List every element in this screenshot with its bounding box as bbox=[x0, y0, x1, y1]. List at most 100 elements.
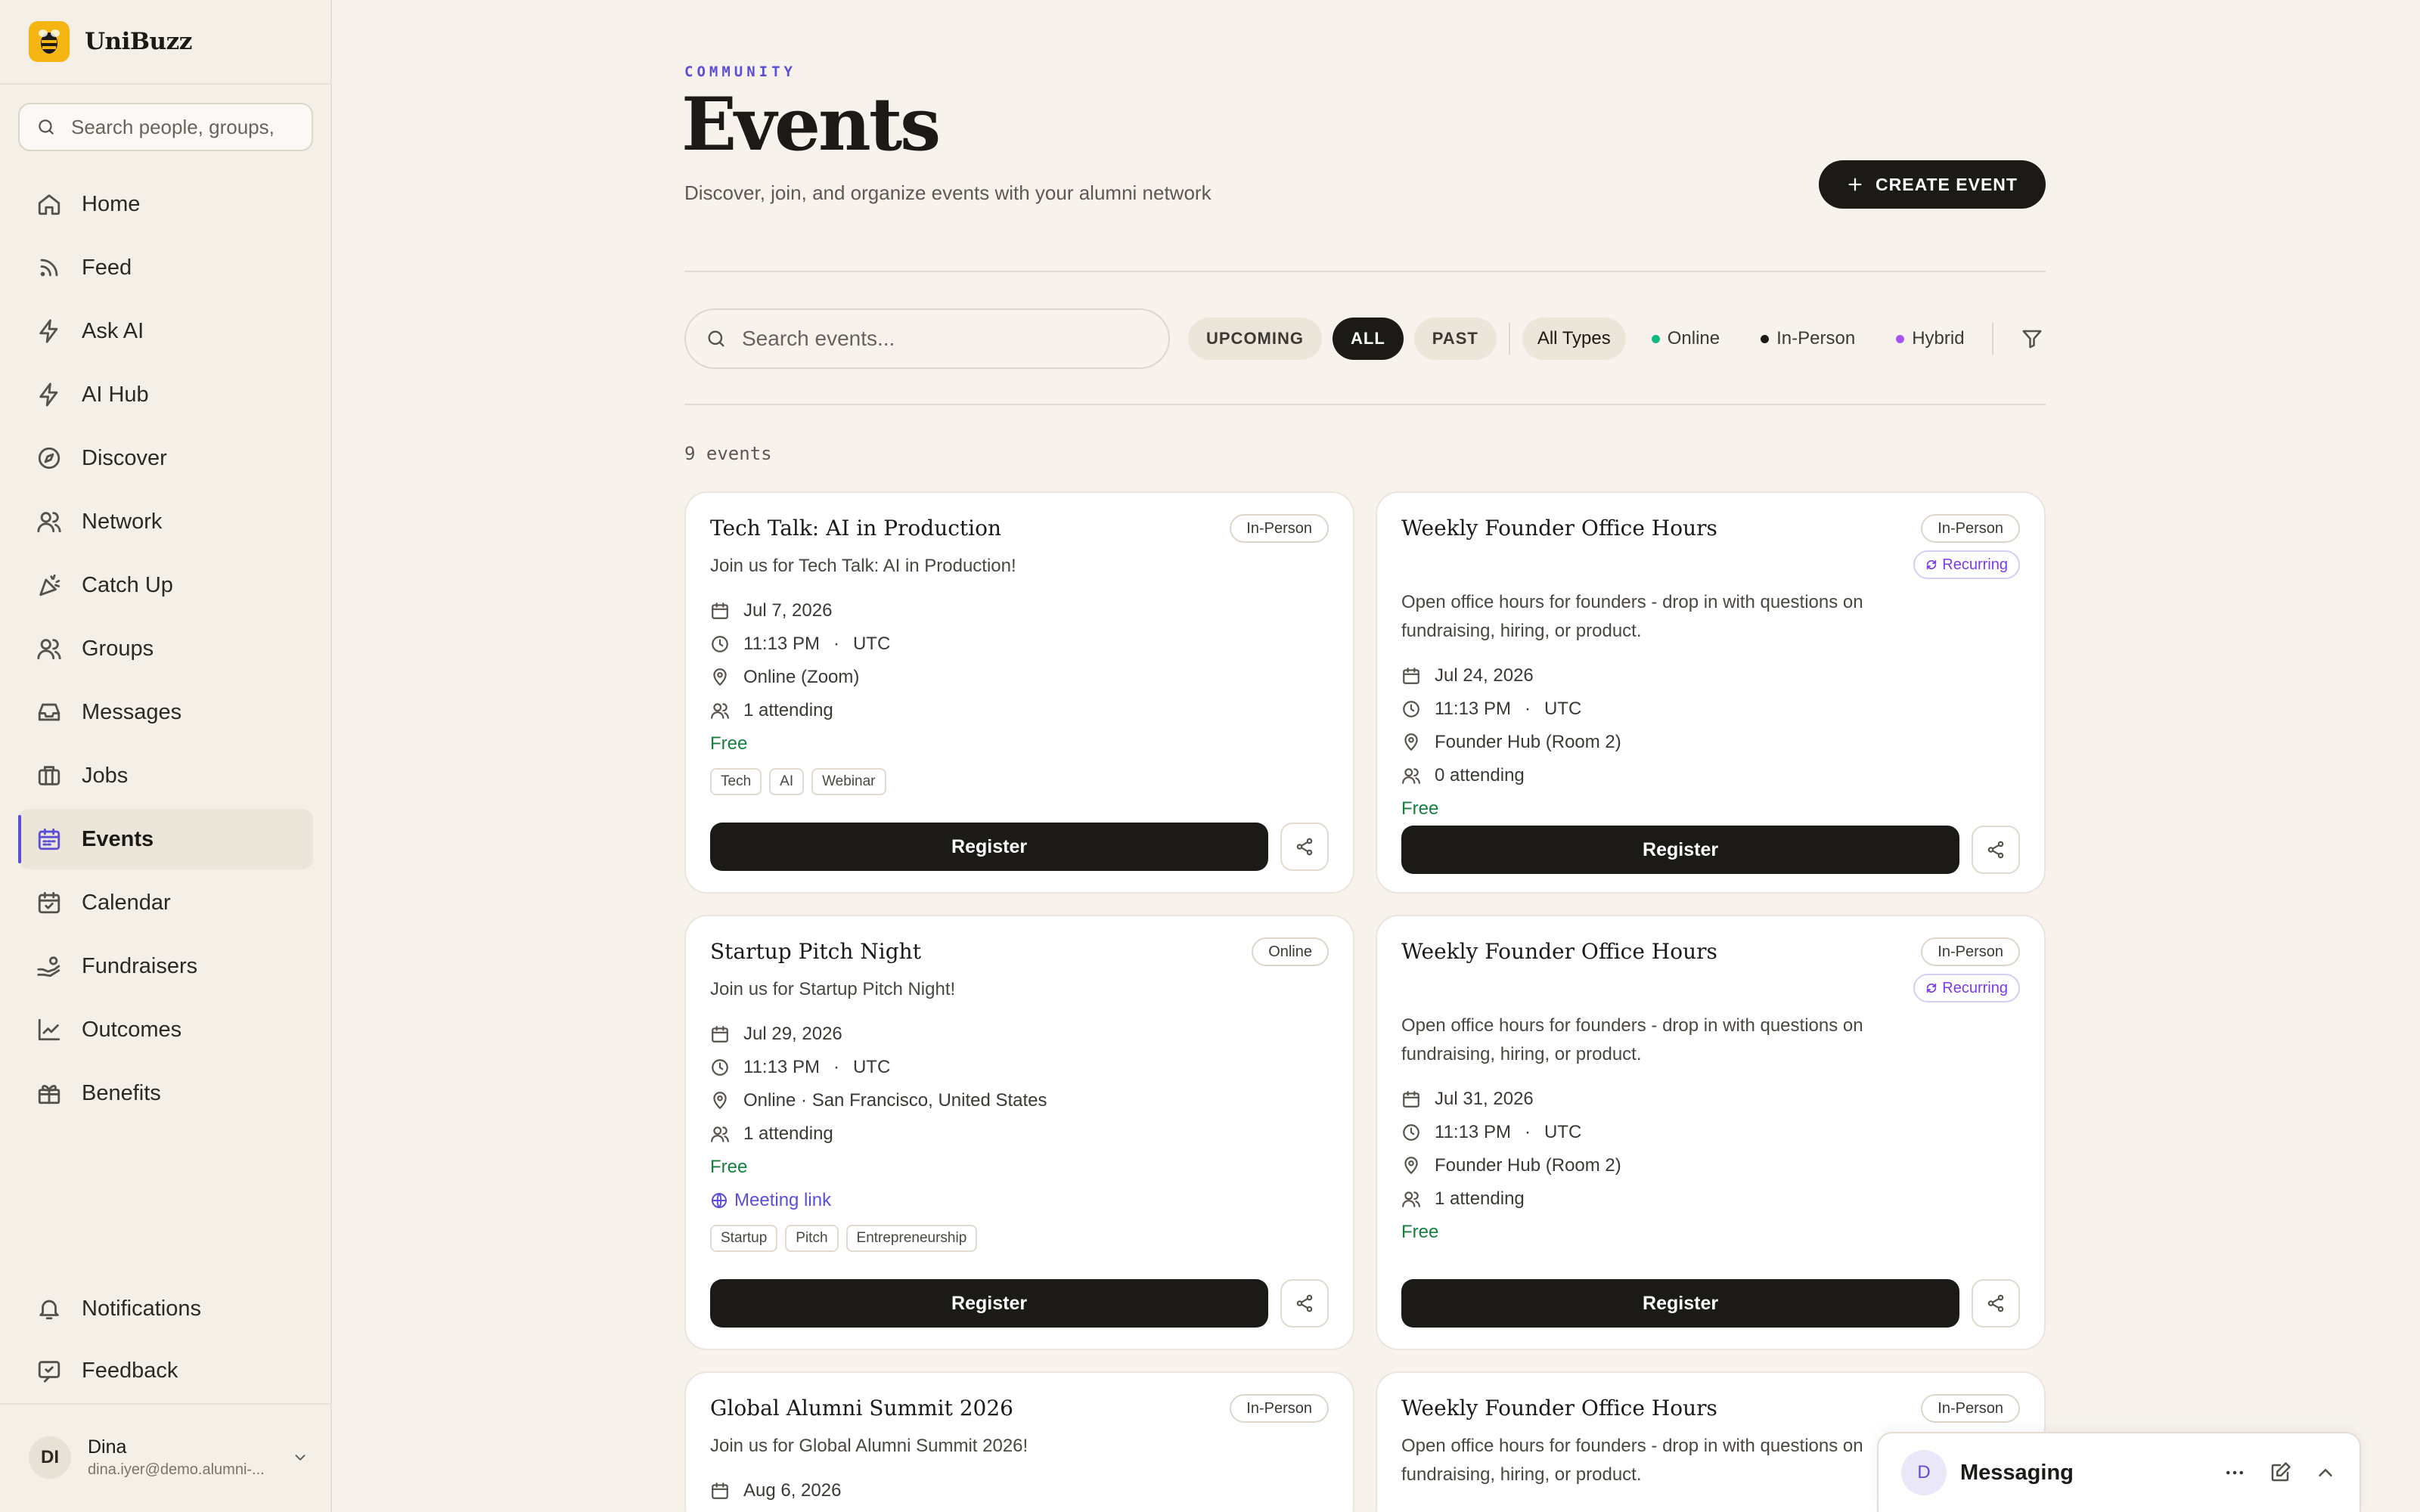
event-title[interactable]: Weekly Founder Office Hours bbox=[1401, 1396, 1717, 1421]
globe-icon bbox=[712, 1193, 727, 1208]
map-pin-icon bbox=[1404, 733, 1418, 751]
event-tag[interactable]: Pitch bbox=[785, 1225, 839, 1252]
event-title[interactable]: Weekly Founder Office Hours bbox=[1401, 939, 1717, 964]
sidebar-search-input[interactable] bbox=[71, 115, 298, 139]
event-timezone: UTC bbox=[852, 634, 891, 654]
event-card[interactable]: Tech Talk: AI in Production In-Person Join… bbox=[684, 491, 1354, 894]
separator: · bbox=[833, 1057, 839, 1077]
events-search-input[interactable] bbox=[742, 327, 1135, 351]
register-button[interactable]: Register bbox=[1401, 1279, 1960, 1328]
event-attendance: 0 attending bbox=[1401, 759, 2020, 792]
event-tag[interactable]: AI bbox=[769, 768, 805, 795]
sidebar-item-groups[interactable]: Groups bbox=[18, 618, 313, 679]
create-event-button[interactable]: CREATE EVENT bbox=[1819, 160, 2046, 209]
sidebar-item-benefits[interactable]: Benefits bbox=[18, 1063, 313, 1123]
user-email: dina.iyer@demo.alumni-... bbox=[88, 1461, 265, 1478]
event-attendance: 1 attending bbox=[710, 1117, 1329, 1151]
event-date-text: Jul 24, 2026 bbox=[1435, 665, 1534, 686]
more-icon[interactable] bbox=[2223, 1461, 2246, 1484]
sidebar-item-label: Events bbox=[82, 826, 154, 851]
event-card[interactable]: Weekly Founder Office Hours In-Person Recu… bbox=[1376, 915, 2046, 1350]
event-tag[interactable]: Entrepreneurship bbox=[845, 1225, 978, 1252]
event-description: Open office hours for founders - drop in… bbox=[1401, 1436, 1863, 1485]
event-title[interactable]: Tech Talk: AI in Production bbox=[710, 516, 1001, 541]
sidebar-item-calendar[interactable]: Calendar bbox=[18, 872, 313, 933]
brand[interactable]: UniBuzz bbox=[29, 21, 192, 62]
calendar-icon bbox=[1403, 1091, 1419, 1108]
home-icon bbox=[38, 194, 60, 215]
type-hybrid[interactable]: Hybrid bbox=[1881, 318, 1979, 360]
event-price: Free bbox=[1401, 798, 1439, 819]
type-all[interactable]: All Types bbox=[1522, 318, 1626, 360]
event-tags: Tech AI Webinar bbox=[710, 768, 1329, 795]
sidebar-item-ai-hub[interactable]: AI Hub bbox=[18, 364, 313, 425]
event-card[interactable]: Weekly Founder Office Hours In-Person Recu… bbox=[1376, 491, 2046, 894]
type-online[interactable]: Online bbox=[1637, 318, 1735, 360]
sidebar-item-fundraisers[interactable]: Fundraisers bbox=[18, 936, 313, 996]
party-icon bbox=[39, 574, 60, 596]
sidebar-item-outcomes[interactable]: Outcomes bbox=[18, 999, 313, 1060]
sidebar-item-feed[interactable]: Feed bbox=[18, 237, 313, 298]
sidebar-item-network[interactable]: Network bbox=[18, 491, 313, 552]
share-button[interactable] bbox=[1280, 823, 1329, 871]
sidebar-search[interactable] bbox=[18, 103, 313, 151]
bolt-icon bbox=[39, 319, 58, 343]
share-button[interactable] bbox=[1280, 1279, 1329, 1328]
filter-upcoming[interactable]: UPCOMING bbox=[1188, 318, 1322, 360]
register-button[interactable]: Register bbox=[710, 1279, 1269, 1328]
events-search[interactable] bbox=[684, 308, 1170, 369]
register-button[interactable]: Register bbox=[710, 823, 1269, 871]
map-pin-icon bbox=[713, 668, 727, 686]
register-button[interactable]: Register bbox=[1401, 826, 1960, 874]
event-card[interactable]: Global Alumni Summit 2026 In-Person Join u… bbox=[684, 1371, 1354, 1512]
sidebar-item-notifications[interactable]: Notifications bbox=[18, 1279, 313, 1338]
calendar-icon bbox=[712, 1483, 728, 1499]
event-title[interactable]: Weekly Founder Office Hours bbox=[1401, 516, 1717, 541]
filter-past[interactable]: PAST bbox=[1413, 318, 1497, 360]
event-tag[interactable]: Tech bbox=[710, 768, 762, 795]
share-button[interactable] bbox=[1972, 826, 2020, 874]
type-in-person[interactable]: In-Person bbox=[1745, 318, 1870, 360]
type-label: Hybrid bbox=[1912, 328, 1965, 349]
sidebar-item-events[interactable]: Events bbox=[18, 809, 313, 869]
sidebar-item-ask-ai[interactable]: Ask AI bbox=[18, 301, 313, 361]
bolt-icon bbox=[39, 383, 58, 407]
chevron-up-icon[interactable] bbox=[2314, 1461, 2337, 1484]
calendar-check-icon bbox=[38, 891, 60, 914]
sidebar-item-jobs[interactable]: Jobs bbox=[18, 745, 313, 806]
sidebar-item-label: AI Hub bbox=[82, 382, 149, 407]
compose-icon[interactable] bbox=[2269, 1461, 2291, 1484]
search-icon bbox=[708, 330, 724, 347]
sidebar-item-discover[interactable]: Discover bbox=[18, 428, 313, 488]
sidebar-item-home[interactable]: Home bbox=[18, 174, 313, 234]
sidebar-item-catch-up[interactable]: Catch Up bbox=[18, 555, 313, 615]
event-title[interactable]: Startup Pitch Night bbox=[710, 939, 921, 964]
filter-all[interactable]: ALL bbox=[1333, 318, 1404, 360]
meeting-link[interactable]: Meeting link bbox=[710, 1184, 1329, 1217]
feedback-icon bbox=[38, 1361, 60, 1383]
sidebar-item-label: Outcomes bbox=[82, 1017, 182, 1042]
messaging-dock[interactable]: D Messaging bbox=[1877, 1432, 2361, 1512]
event-description: Join us for Startup Pitch Night! bbox=[710, 979, 956, 999]
filter-icon[interactable] bbox=[2021, 327, 2043, 350]
sidebar-item-label: Ask AI bbox=[82, 318, 144, 343]
user-menu[interactable]: DI Dina dina.iyer@demo.alumni-... bbox=[29, 1436, 309, 1479]
sidebar-item-feedback[interactable]: Feedback bbox=[18, 1341, 313, 1400]
event-card[interactable]: Startup Pitch Night Online Join us for Sta… bbox=[684, 915, 1354, 1350]
event-tag[interactable]: Startup bbox=[710, 1225, 778, 1252]
type-filter: All Types Online In-Person Hybrid bbox=[1522, 318, 1980, 360]
event-actions: Register bbox=[1401, 1279, 2020, 1328]
event-price: Free bbox=[1401, 1222, 1439, 1242]
recurring-label: Recurring bbox=[1942, 556, 2008, 573]
event-title[interactable]: Global Alumni Summit 2026 bbox=[710, 1396, 1013, 1421]
share-button[interactable] bbox=[1972, 1279, 2020, 1328]
sidebar: UniBuzz Home Feed Ask AI AI Hub Discover… bbox=[0, 0, 332, 1512]
compass-icon bbox=[38, 447, 60, 469]
event-tag[interactable]: Webinar bbox=[811, 768, 886, 795]
event-time-text: 11:13 PM bbox=[1435, 699, 1511, 719]
sidebar-item-messages[interactable]: Messages bbox=[18, 682, 313, 742]
event-attendance-text: 1 attending bbox=[1435, 1188, 1525, 1209]
avatar: DI bbox=[29, 1436, 71, 1479]
event-attendance-text: 1 attending bbox=[743, 700, 833, 720]
event-location-text: Founder Hub (Room 2) bbox=[1435, 1155, 1621, 1176]
